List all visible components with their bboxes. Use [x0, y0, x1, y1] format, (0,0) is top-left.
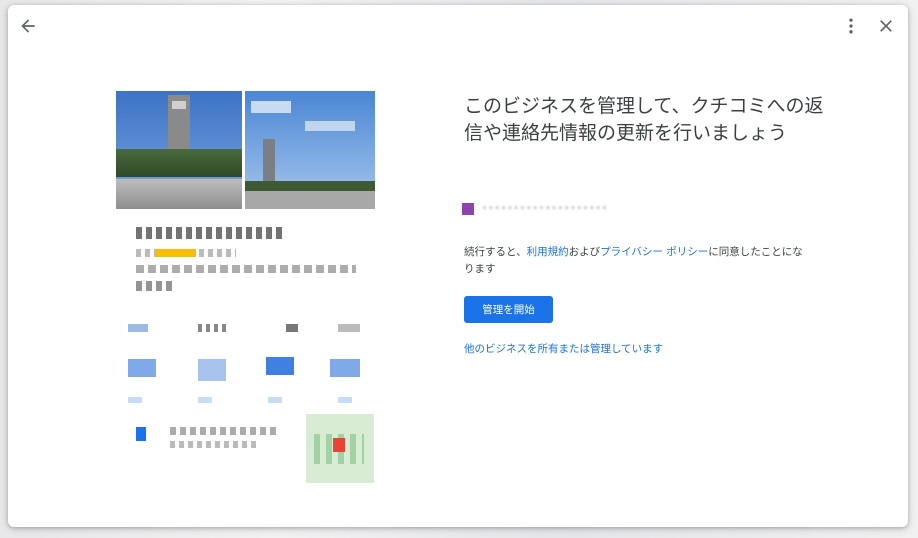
- other-business-link[interactable]: 他のビジネスを所有または管理しています: [464, 341, 663, 356]
- business-photo: [245, 91, 375, 209]
- terms-prefix: 続行すると、: [464, 246, 527, 258]
- terms-notice: 続行すると、利用規約およびプライバシー ポリシーに同意したことになります: [464, 244, 809, 278]
- terms-of-service-link[interactable]: 利用規約: [527, 246, 569, 258]
- close-button[interactable]: [872, 12, 900, 40]
- claim-business-dialog: このビジネスを管理して、クチコミへの返信や連絡先情報の更新を行いましょう •••…: [8, 5, 908, 527]
- account-icon: [462, 203, 474, 215]
- dialog-title: このビジネスを管理して、クチコミへの返信や連絡先情報の更新を行いましょう: [464, 95, 824, 144]
- back-button[interactable]: [14, 12, 42, 40]
- location-map: [306, 414, 374, 483]
- account-chip: ••••••••••••••••••••: [462, 203, 608, 215]
- more-vert-icon: [849, 18, 853, 34]
- privacy-policy-link[interactable]: プライバシー ポリシー: [600, 246, 708, 258]
- account-email: ••••••••••••••••••••: [482, 204, 609, 214]
- business-photo: [116, 91, 242, 209]
- directions-action: [128, 359, 156, 377]
- nearby-action: [266, 357, 294, 375]
- share-action: [330, 359, 360, 377]
- close-icon: [880, 20, 892, 32]
- map-pin-icon: [333, 438, 345, 452]
- business-profile-preview: [116, 91, 375, 483]
- start-managing-button[interactable]: 管理を開始: [464, 296, 553, 323]
- save-action: [198, 359, 226, 381]
- rating-stars: [156, 249, 196, 257]
- more-options-button[interactable]: [837, 12, 865, 40]
- arrow-left-icon: [21, 19, 35, 33]
- terms-and: および: [568, 246, 601, 258]
